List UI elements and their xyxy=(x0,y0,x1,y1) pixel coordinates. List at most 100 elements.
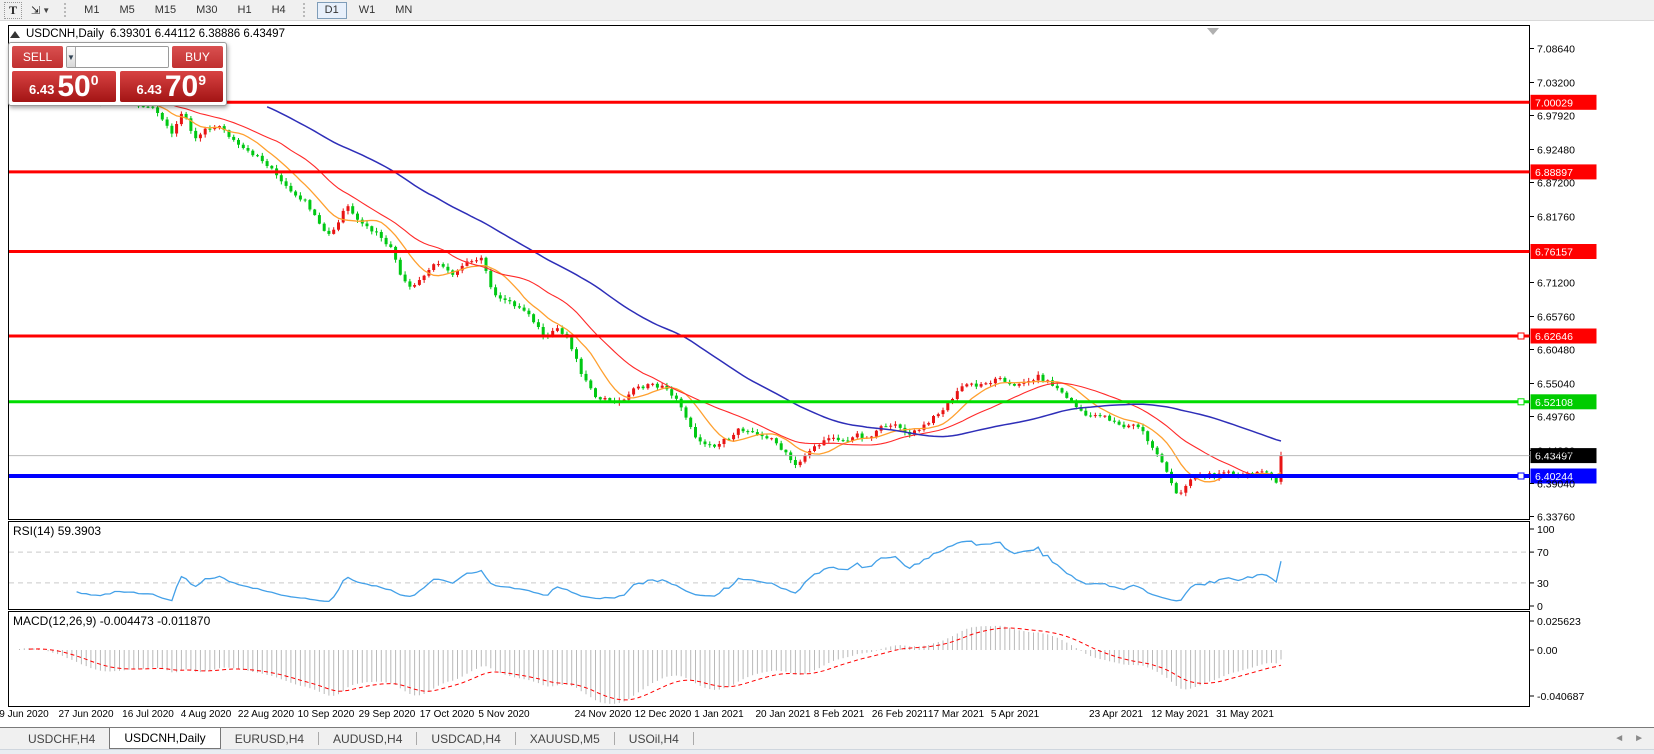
timeframe-button-h4[interactable]: H4 xyxy=(264,2,294,19)
sell-button[interactable]: SELL xyxy=(12,46,63,68)
application-window: 7.000296.888976.761576.626466.521086.402… xyxy=(0,0,1654,754)
chart-canvas[interactable]: 7.000296.888976.761576.626466.521086.402… xyxy=(0,0,1654,754)
timeframe-button-group: M1M5 M15M30 H1H4 D1W1MN xyxy=(76,2,420,19)
svg-text:4 Aug 2020: 4 Aug 2020 xyxy=(181,709,232,720)
svg-text:6.52108: 6.52108 xyxy=(1535,397,1573,409)
svg-text:6.76157: 6.76157 xyxy=(1535,247,1573,259)
panel-borders xyxy=(9,26,1530,707)
chart-tab-eurusd[interactable]: EURUSD,H4 xyxy=(221,728,318,749)
chart-tab-bar: USDCHF,H4USDCNH,DailyEURUSD,H4AUDUSD,H4U… xyxy=(0,727,1654,749)
svg-text:6.44320: 6.44320 xyxy=(1537,446,1575,458)
chart-tab-usdcad[interactable]: USDCAD,H4 xyxy=(417,728,514,749)
svg-text:6.87200: 6.87200 xyxy=(1537,178,1575,190)
svg-text:17 Oct 2020: 17 Oct 2020 xyxy=(420,709,475,720)
svg-text:7.03200: 7.03200 xyxy=(1537,78,1575,90)
svg-text:29 Sep 2020: 29 Sep 2020 xyxy=(359,709,416,720)
tab-separator xyxy=(693,732,694,745)
one-click-trading-toggle-icon[interactable] xyxy=(10,31,20,38)
timeframe-button-w1[interactable]: W1 xyxy=(351,2,384,19)
tab-bar-spacer xyxy=(0,728,14,749)
svg-text:22 Aug 2020: 22 Aug 2020 xyxy=(238,709,295,720)
timeframe-button-m5[interactable]: M5 xyxy=(111,2,142,19)
svg-text:27 Jun 2020: 27 Jun 2020 xyxy=(58,709,113,720)
buy-price-box[interactable]: 6.43 70 9 xyxy=(120,71,224,102)
volume-decrease-button[interactable]: ▼ xyxy=(67,47,76,67)
macd-axis: 0.0256230.00-0.040687 xyxy=(1530,616,1585,703)
toolbar-separator xyxy=(303,3,308,17)
rsi-indicator-label: RSI(14) 59.3903 xyxy=(13,524,101,538)
chart-tab-xauusd[interactable]: XAUUSD,M5 xyxy=(516,728,614,749)
chart-tab-usoil[interactable]: USOil,H4 xyxy=(615,728,693,749)
volume-stepper: ▼ ▲ xyxy=(66,46,169,68)
chart-ohlc-values: 6.39301 6.44112 6.38886 6.43497 xyxy=(110,28,285,40)
svg-text:30: 30 xyxy=(1537,578,1549,590)
buy-price-prefix: 6.43 xyxy=(137,82,162,97)
date-axis: 9 Jun 2020 27 Jun 2020 16 Jul 2020 4 Aug 20… xyxy=(0,709,1274,720)
svg-text:5 Apr 2021: 5 Apr 2021 xyxy=(991,709,1040,720)
macd-indicator-label: MACD(12,26,9) -0.004473 -0.011870 xyxy=(13,614,210,628)
timeframe-button-m1[interactable]: M1 xyxy=(76,2,107,19)
svg-text:16 Jul 2020: 16 Jul 2020 xyxy=(122,709,174,720)
svg-text:7.08640: 7.08640 xyxy=(1537,44,1575,56)
svg-text:10 Sep 2020: 10 Sep 2020 xyxy=(298,709,355,720)
svg-text:6.49760: 6.49760 xyxy=(1537,412,1575,424)
tab-scroll-left-button[interactable]: ◄ xyxy=(1614,733,1624,744)
svg-text:9 Jun 2020: 9 Jun 2020 xyxy=(0,709,49,720)
buy-price-main: 70 xyxy=(165,73,198,101)
tab-scroll-arrows: ◄ ► xyxy=(1614,728,1654,749)
timeframe-button-h1[interactable]: H1 xyxy=(230,2,260,19)
macd-values: -0.004473 -0.011870 xyxy=(100,614,211,628)
svg-text:23 Apr 2021: 23 Apr 2021 xyxy=(1089,709,1143,720)
svg-text:6.92480: 6.92480 xyxy=(1537,145,1575,157)
buy-button[interactable]: BUY xyxy=(172,46,223,68)
svg-text:26 Feb 2021: 26 Feb 2021 xyxy=(872,709,929,720)
timeframe-button-m30[interactable]: M30 xyxy=(188,2,225,19)
sell-price-prefix: 6.43 xyxy=(29,82,54,97)
toolbar-separator xyxy=(64,3,69,17)
svg-text:6.81760: 6.81760 xyxy=(1537,212,1575,224)
svg-text:1 Jan 2021: 1 Jan 2021 xyxy=(694,709,744,720)
buy-price-pip: 9 xyxy=(198,72,206,88)
svg-text:31 May 2021: 31 May 2021 xyxy=(1216,709,1274,720)
svg-text:6.60480: 6.60480 xyxy=(1537,345,1575,357)
timeframe-button-d1[interactable]: D1 xyxy=(317,2,347,19)
rsi-axis: 10070300 xyxy=(1530,524,1555,613)
chart-symbol-period: USDCNH,Daily xyxy=(26,28,104,40)
timeframe-button-mn[interactable]: MN xyxy=(387,2,420,19)
sell-price-box[interactable]: 6.43 50 0 xyxy=(12,71,116,102)
svg-text:0.00: 0.00 xyxy=(1537,645,1558,657)
svg-text:6.39040: 6.39040 xyxy=(1537,479,1575,491)
macd-name: MACD(12,26,9) xyxy=(13,614,96,628)
svg-text:7.00029: 7.00029 xyxy=(1535,97,1573,109)
status-strip xyxy=(0,749,1654,754)
text-tool-button[interactable]: T xyxy=(4,2,22,19)
svg-text:12 May 2021: 12 May 2021 xyxy=(1151,709,1209,720)
svg-text:6.97920: 6.97920 xyxy=(1537,111,1575,123)
svg-text:0: 0 xyxy=(1537,601,1543,613)
cursor-tool-icon: ⇲ xyxy=(31,4,40,17)
chart-tab-usdchf[interactable]: USDCHF,H4 xyxy=(14,728,109,749)
tab-scroll-right-button[interactable]: ► xyxy=(1634,733,1644,744)
svg-text:-0.040687: -0.040687 xyxy=(1537,691,1584,703)
svg-text:17 Mar 2021: 17 Mar 2021 xyxy=(928,709,985,720)
timeframe-button-m15[interactable]: M15 xyxy=(147,2,184,19)
chart-tab-audusd[interactable]: AUDUSD,H4 xyxy=(319,728,416,749)
sell-price-pip: 0 xyxy=(91,72,99,88)
price-axis: 7.08640 7.03200 6.97920 6.92480 6.87200 6.817… xyxy=(1530,44,1576,524)
rsi-name: RSI(14) xyxy=(13,524,54,538)
svg-text:70: 70 xyxy=(1537,547,1549,559)
chevron-down-icon: ▼ xyxy=(42,6,50,15)
one-click-trading-panel: SELL ▼ ▲ BUY 6.43 50 0 6.43 70 9 xyxy=(8,42,227,106)
svg-text:6.55040: 6.55040 xyxy=(1537,379,1575,391)
svg-text:6.65760: 6.65760 xyxy=(1537,312,1575,324)
rsi-value: 59.3903 xyxy=(58,524,101,538)
chart-title: USDCNH,Daily 6.39301 6.44112 6.38886 6.4… xyxy=(10,28,285,40)
svg-text:6.71200: 6.71200 xyxy=(1537,278,1575,290)
volume-input[interactable] xyxy=(76,47,169,67)
chart-tab-usdcnh[interactable]: USDCNH,Daily xyxy=(109,728,220,749)
sell-price-main: 50 xyxy=(57,73,90,101)
tabs-container: USDCHF,H4USDCNH,DailyEURUSD,H4AUDUSD,H4U… xyxy=(14,728,694,749)
cursor-tool-button[interactable]: ⇲ ▼ xyxy=(24,2,57,19)
svg-text:24 Nov 2020: 24 Nov 2020 xyxy=(575,709,632,720)
svg-text:12 Dec 2020: 12 Dec 2020 xyxy=(635,709,692,720)
